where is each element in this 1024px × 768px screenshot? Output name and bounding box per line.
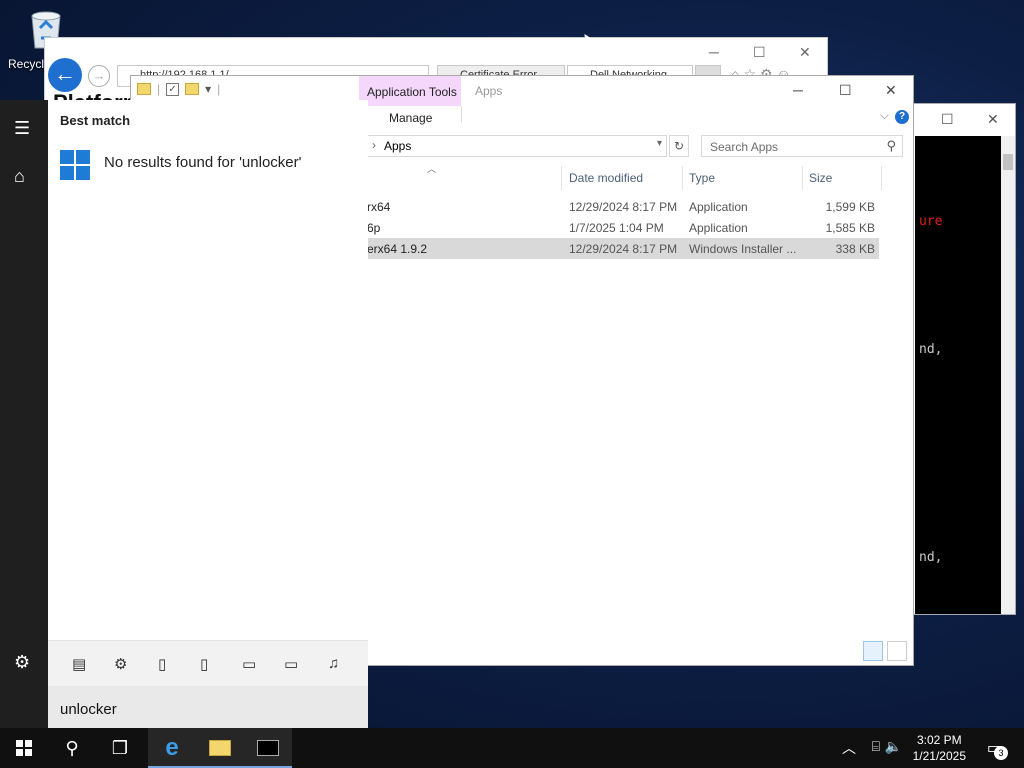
search-input[interactable]: Search Apps ⚲ <box>701 135 903 157</box>
terminal-close-button[interactable]: ✕ <box>987 111 999 128</box>
home-icon[interactable]: ⌂ <box>14 166 25 187</box>
windows-start-icon <box>16 740 32 756</box>
forward-arrow-icon[interactable]: → <box>88 65 110 87</box>
video-icon[interactable]: ▭ <box>284 655 298 673</box>
news-icon[interactable]: ▤ <box>72 655 86 673</box>
column-header-date[interactable]: Date modified <box>569 171 643 185</box>
command-prompt-icon[interactable] <box>244 728 292 768</box>
settings-icon[interactable]: ⚙ <box>114 655 127 673</box>
explorer-window-title: Apps <box>475 84 503 98</box>
terminal-maximize-button[interactable]: ☐ <box>941 111 954 128</box>
file-name: erx64 1.9.2 <box>367 242 428 256</box>
explorer-minimize-button[interactable]: ─ <box>793 82 803 98</box>
ribbon-application-tools-tab[interactable]: Application Tools <box>359 76 461 106</box>
network-icon[interactable]: ⌸ <box>872 738 880 755</box>
properties-icon[interactable]: ✓ <box>166 82 180 96</box>
no-results-text: No results found for 'unlocker' <box>104 154 302 171</box>
start-menu-rail: ☰ ⌂ ⚙ <box>0 100 48 728</box>
file-name: rx64 <box>367 200 391 214</box>
terminal-output: ure nd, nd, <box>915 136 1003 614</box>
volume-muted-icon[interactable]: 🔈 <box>885 738 902 755</box>
windows-logo-icon <box>60 150 90 180</box>
settings-gear-icon[interactable]: ⚙ <box>14 652 30 673</box>
ie-maximize-button[interactable]: ☐ <box>753 44 766 61</box>
column-header-size[interactable]: Size <box>809 171 832 185</box>
hamburger-menu-icon[interactable]: ☰ <box>14 118 30 139</box>
explorer-maximize-button[interactable]: ☐ <box>839 82 852 99</box>
clock[interactable]: 3:02 PM 1/21/2025 <box>913 732 966 764</box>
file-type: Application <box>689 221 748 235</box>
start-button[interactable] <box>0 728 48 768</box>
folder-icon <box>137 83 151 95</box>
music-icon[interactable]: ♫ <box>328 655 339 672</box>
task-view-icon[interactable]: ❐ <box>96 728 144 768</box>
start-search-panel: Best match No results found for 'unlocke… <box>48 100 368 728</box>
file-type: Windows Installer ... <box>689 242 797 256</box>
breadcrumb-chevron-icon[interactable]: › <box>372 138 376 152</box>
expand-ribbon-icon[interactable]: ⌵ <box>880 108 889 123</box>
document-icon[interactable]: ▯ <box>158 655 166 673</box>
file-date: 12/29/2024 8:17 PM <box>569 242 678 256</box>
file-type: Application <box>689 200 748 214</box>
terminal-line: ure <box>919 214 943 229</box>
large-icons-view-icon[interactable] <box>887 641 907 661</box>
refresh-icon[interactable]: ↻ <box>669 135 689 157</box>
photo-icon[interactable]: ▭ <box>242 655 256 673</box>
clock-time: 3:02 PM <box>916 733 962 747</box>
taskbar: ⚲ ❐ e ︿ ⌸ 🔈 3:02 PM 1/21/2025 ▭ 3 <box>0 728 1024 768</box>
clock-date: 1/21/2025 <box>912 749 966 763</box>
terminal-line: nd, <box>919 550 943 565</box>
no-results-item[interactable]: No results found for 'unlocker' <box>60 150 350 182</box>
terminal-line: nd, <box>919 342 943 357</box>
sort-ascending-icon: ︿ <box>427 164 437 174</box>
best-match-heading: Best match <box>60 113 131 128</box>
file-size: 1,585 KB <box>825 221 875 235</box>
ie-minimize-button[interactable]: ─ <box>709 44 719 60</box>
internet-explorer-icon[interactable]: e <box>148 728 196 768</box>
file-row-selected[interactable]: erx64 1.9.2 12/29/2024 8:17 PM Windows I… <box>367 238 879 259</box>
help-icon[interactable]: ? <box>895 110 909 124</box>
file-name: 6p <box>367 221 381 235</box>
notification-count-badge: 3 <box>994 746 1008 760</box>
search-filter-bar: ▤ ⚙ ▯ ▯ ▭ ▭ ♫ <box>48 640 368 686</box>
file-size: 338 KB <box>835 242 875 256</box>
file-date: 12/29/2024 8:17 PM <box>569 200 678 214</box>
file-row[interactable]: 6p 1/7/2025 1:04 PM Application 1,585 KB <box>367 217 879 238</box>
file-size: 1,599 KB <box>825 200 875 214</box>
search-icon[interactable]: ⚲ <box>886 138 896 154</box>
start-search-input[interactable]: unlocker <box>48 686 368 728</box>
tablet-icon[interactable]: ▯ <box>200 655 208 673</box>
file-row[interactable]: rx64 12/29/2024 8:17 PM Application 1,59… <box>367 196 879 217</box>
ribbon-manage-tab[interactable]: Manage <box>389 111 432 125</box>
column-header-type[interactable]: Type <box>689 171 715 185</box>
back-arrow-icon[interactable]: ← <box>48 58 82 92</box>
terminal-scrollbar[interactable] <box>1001 136 1015 614</box>
search-placeholder: Search Apps <box>710 140 779 154</box>
explorer-close-button[interactable]: ✕ <box>885 82 897 99</box>
customize-toolbar-icon[interactable]: ▾ <box>205 82 211 96</box>
details-view-icon[interactable] <box>863 641 883 661</box>
quick-access-toolbar: | ✓ ▾ | <box>137 82 220 96</box>
chevron-up-icon[interactable]: ︿ <box>842 738 856 758</box>
search-icon[interactable]: ⚲ <box>48 728 96 768</box>
breadcrumb-apps[interactable]: Apps <box>384 139 411 153</box>
chevron-down-icon[interactable]: ▾ <box>657 138 662 149</box>
new-folder-icon[interactable] <box>185 83 200 95</box>
ie-close-button[interactable]: ✕ <box>799 44 811 61</box>
explorer-address-bar[interactable]: › Apps ▾ <box>367 135 667 157</box>
file-date: 1/7/2025 1:04 PM <box>569 221 664 235</box>
file-explorer-icon[interactable] <box>196 728 244 768</box>
terminal-window[interactable]: ☐ ✕ ure nd, nd, <box>904 103 1016 615</box>
